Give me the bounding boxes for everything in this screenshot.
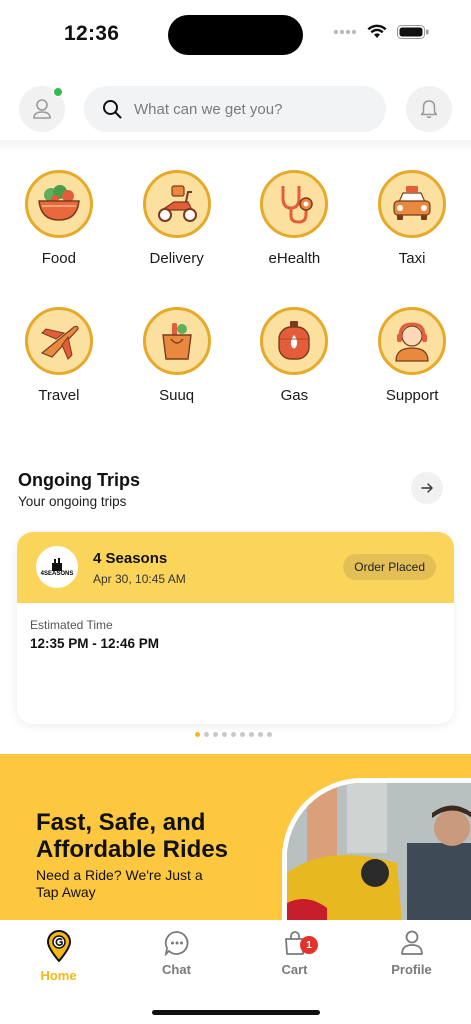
see-all-trips-button[interactable]: [411, 472, 443, 504]
section-subtitle: Your ongoing trips: [18, 494, 127, 509]
pagination-dot[interactable]: [249, 732, 254, 737]
shopping-bag-icon: [142, 307, 211, 375]
home-indicator: [152, 1010, 320, 1015]
category-suuq[interactable]: Suuq: [118, 307, 236, 404]
tab-profile[interactable]: Profile: [353, 930, 470, 977]
battery-icon: [397, 24, 429, 39]
salad-bowl-icon: [24, 170, 93, 238]
notifications-button[interactable]: [406, 86, 452, 132]
category-label: Taxi: [398, 250, 426, 267]
category-delivery[interactable]: Delivery: [118, 170, 236, 267]
arrow-right-icon: [421, 483, 433, 493]
category-taxi[interactable]: Taxi: [353, 170, 471, 267]
category-grid: Food Delivery eHealth Taxi Travel Suuq G…: [0, 170, 471, 404]
store-logo: 4SEASONS: [36, 546, 78, 588]
signal-icon: [333, 29, 357, 34]
pagination-dot[interactable]: [258, 732, 263, 737]
pagination-dot[interactable]: [231, 732, 236, 737]
pagination-dot[interactable]: [240, 732, 245, 737]
tab-label: Profile: [391, 962, 432, 977]
status-icons: [333, 24, 429, 39]
airplane-icon: [24, 307, 93, 375]
support-agent-icon: [378, 307, 447, 375]
stethoscope-icon: [260, 170, 329, 238]
trip-card[interactable]: 4SEASONS 4 Seasons Apr 30, 10:45 AM Orde…: [17, 532, 454, 724]
store-name: 4 Seasons: [93, 550, 168, 567]
category-travel[interactable]: Travel: [0, 307, 118, 404]
tab-label: Cart: [281, 962, 308, 977]
search-icon: [103, 100, 122, 119]
gas-cylinder-icon: [260, 307, 329, 375]
tab-label: Home: [40, 968, 77, 983]
online-status-dot: [53, 87, 63, 97]
pagination-dot[interactable]: [204, 732, 209, 737]
tab-home[interactable]: Home: [0, 930, 117, 983]
tab-label: Chat: [162, 962, 191, 977]
category-label: eHealth: [268, 250, 321, 267]
dynamic-island: [168, 15, 303, 55]
trip-card-header: 4SEASONS 4 Seasons Apr 30, 10:45 AM Orde…: [17, 532, 454, 603]
header-divider: [0, 140, 471, 152]
order-status-badge: Order Placed: [343, 554, 436, 580]
estimated-time-value: 12:35 PM - 12:46 PM: [30, 636, 160, 651]
cart-count-badge: 1: [300, 936, 318, 954]
tab-cart[interactable]: 1 Cart: [236, 930, 353, 977]
category-gas[interactable]: Gas: [236, 307, 354, 404]
profile-icon: [400, 930, 423, 955]
category-label: Travel: [38, 387, 80, 404]
category-label: Suuq: [159, 387, 195, 404]
taxi-icon: [378, 170, 447, 238]
status-bar: 12:36: [0, 0, 471, 68]
banner-title: Fast, Safe, and Affordable Rides: [36, 809, 229, 863]
store-logo-text: 4SEASONS: [40, 571, 74, 577]
search-bar[interactable]: [84, 86, 386, 132]
pagination-dot[interactable]: [222, 732, 227, 737]
category-support[interactable]: Support: [353, 307, 471, 404]
section-title: Ongoing Trips: [18, 470, 140, 490]
user-icon: [33, 99, 51, 119]
header: [0, 84, 471, 132]
search-input[interactable]: [134, 100, 364, 118]
carousel-pagination: [195, 732, 272, 737]
pagination-dot[interactable]: [195, 732, 200, 737]
category-label: Food: [41, 250, 76, 267]
wifi-icon: [367, 24, 387, 38]
category-label: Delivery: [149, 250, 204, 267]
scooter-icon: [142, 170, 211, 238]
status-time: 12:36: [64, 22, 120, 45]
category-food[interactable]: Food: [0, 170, 118, 267]
promo-banner[interactable]: Fast, Safe, and Affordable Rides Need a …: [0, 754, 471, 922]
category-ehealth[interactable]: eHealth: [236, 170, 354, 267]
chat-icon: [164, 931, 188, 956]
bell-icon: [420, 100, 438, 119]
pagination-dot[interactable]: [267, 732, 272, 737]
category-label: Support: [385, 387, 439, 404]
order-date: Apr 30, 10:45 AM: [93, 572, 186, 586]
banner-photo: [282, 778, 471, 922]
home-logo-icon: [46, 930, 71, 962]
tab-chat[interactable]: Chat: [118, 930, 235, 977]
banner-subtitle: Need a Ride? We're Just a Tap Away: [36, 867, 203, 900]
bottom-tab-bar: Home Chat 1 Cart Profile: [0, 920, 471, 1024]
estimated-time-label: Estimated Time: [30, 618, 113, 632]
pagination-dot[interactable]: [213, 732, 218, 737]
category-label: Gas: [280, 387, 309, 404]
